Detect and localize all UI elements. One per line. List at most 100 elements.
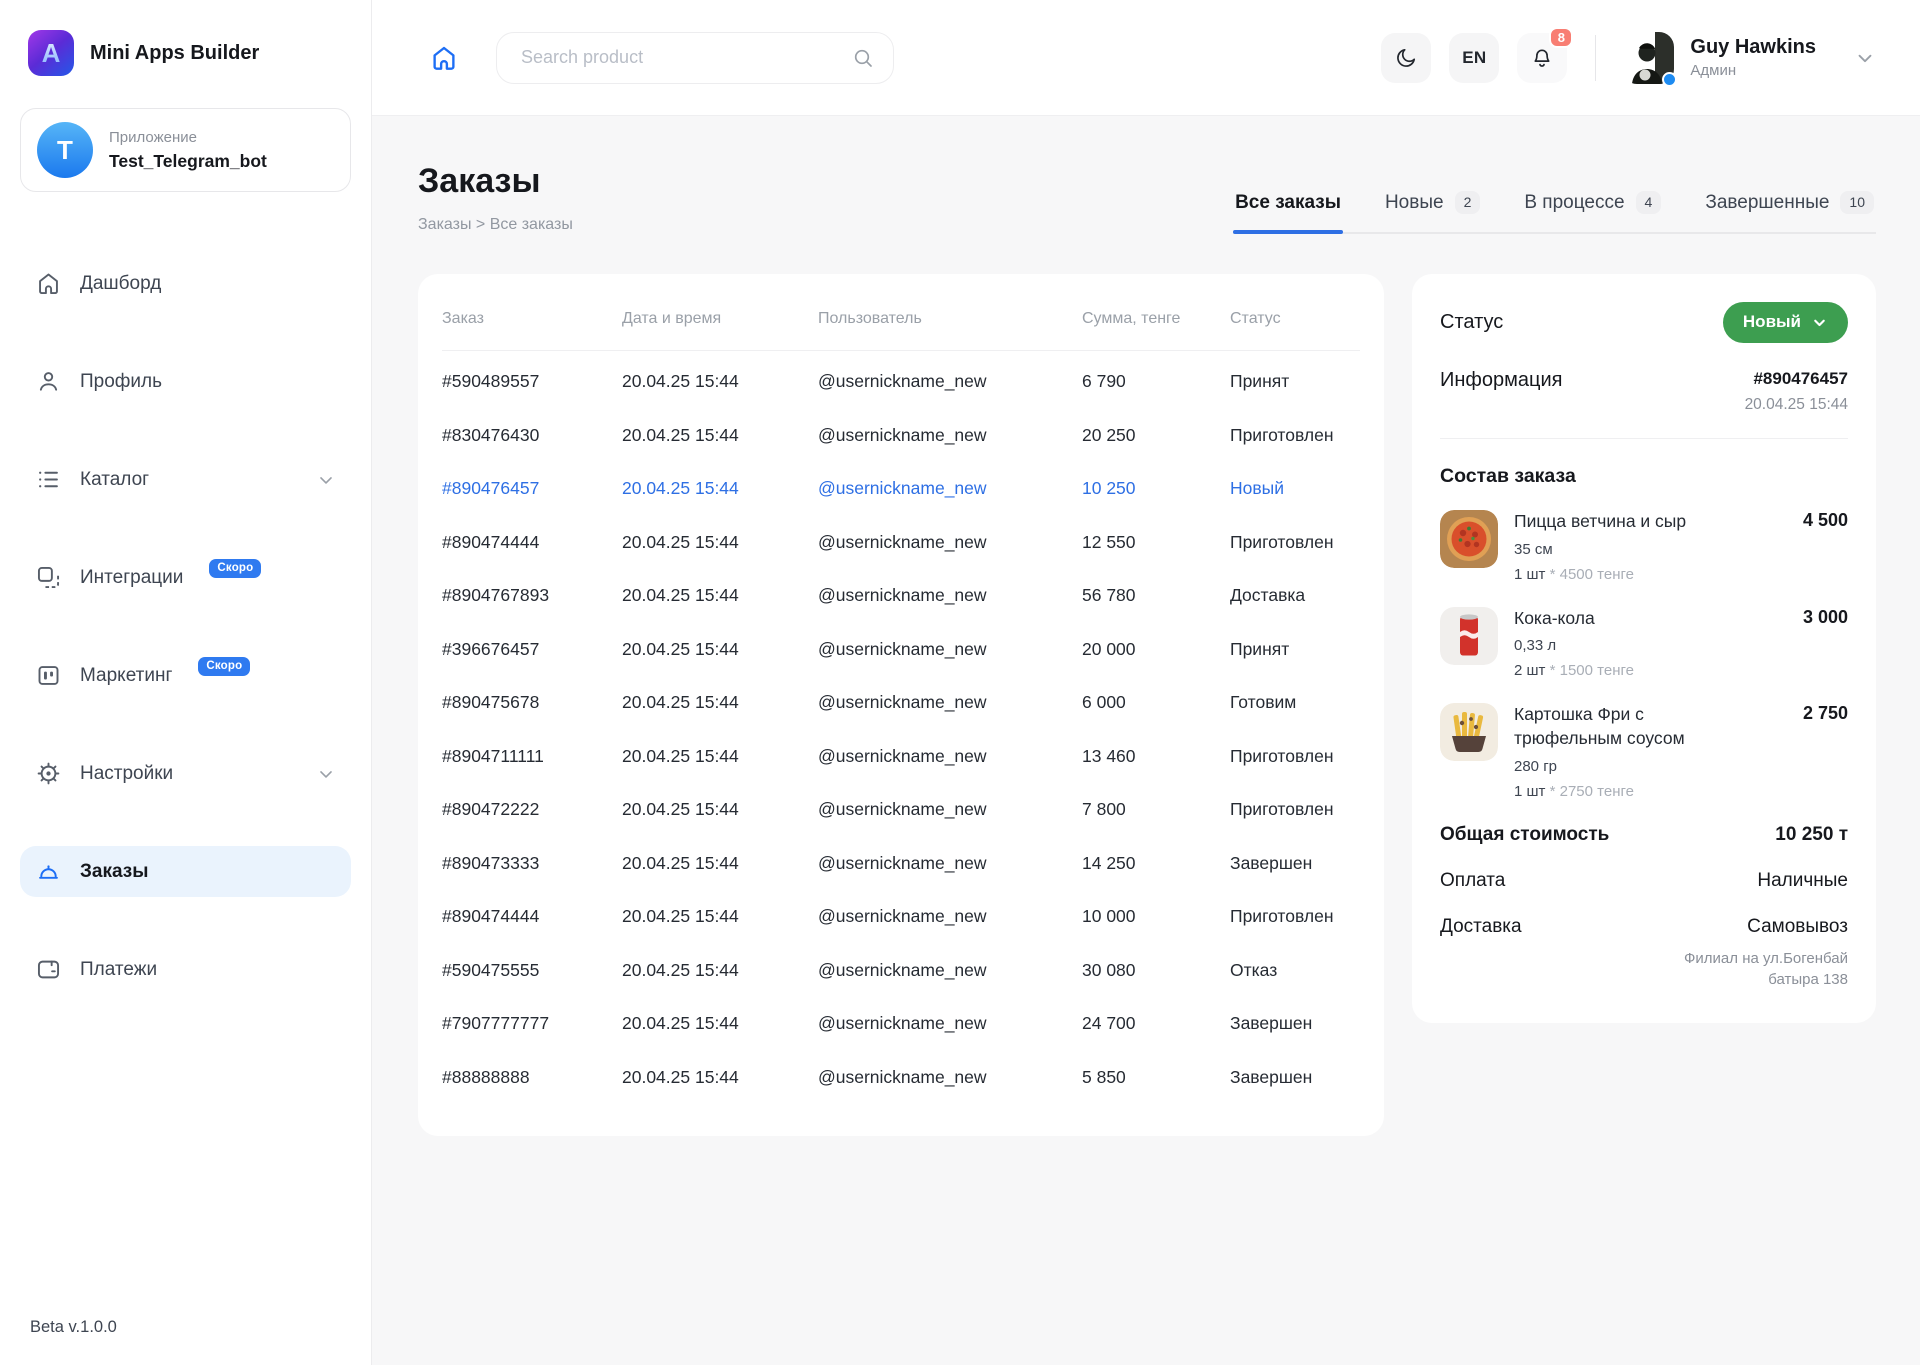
- table-row[interactable]: #8904711111 20.04.25 15:44 @usernickname…: [442, 730, 1360, 784]
- notifications-button[interactable]: 8: [1517, 33, 1567, 83]
- soon-badge: Скоро: [209, 559, 261, 578]
- user-menu[interactable]: Guy Hawkins Админ: [1622, 32, 1876, 84]
- order-tabs: Все заказы Новые 2 В процессе 4: [1233, 191, 1876, 234]
- delivery-value: Самовывоз: [1648, 916, 1848, 938]
- sidebar-item[interactable]: Настройки: [20, 748, 351, 799]
- order-user-cell: @usernickname_new: [818, 730, 1082, 784]
- app-title: Mini Apps Builder: [90, 42, 259, 65]
- chevron-down-icon[interactable]: [316, 764, 336, 784]
- product-unit-price: 4500 тенге: [1560, 566, 1634, 583]
- table-row[interactable]: #890473333 20.04.25 15:44 @usernickname_…: [442, 837, 1360, 891]
- order-datetime-cell: 20.04.25 15:44: [622, 355, 818, 409]
- application-label: Приложение: [109, 129, 267, 146]
- table-row[interactable]: #830476430 20.04.25 15:44 @usernickname_…: [442, 409, 1360, 463]
- chevron-down-icon[interactable]: [316, 470, 336, 490]
- order-datetime-cell: 20.04.25 15:44: [622, 1051, 818, 1105]
- order-user-cell: @usernickname_new: [818, 944, 1082, 998]
- application-selector-card[interactable]: T Приложение Test_Telegram_bot: [20, 108, 351, 192]
- app-logo-icon: A: [28, 30, 74, 76]
- order-id-cell[interactable]: #396676457: [442, 623, 622, 677]
- tab[interactable]: Новые 2: [1383, 191, 1482, 232]
- home-button[interactable]: [424, 38, 464, 78]
- order-user-cell: @usernickname_new: [818, 462, 1082, 516]
- order-id-cell[interactable]: #890476457: [442, 462, 622, 516]
- order-amount-cell: 14 250: [1082, 837, 1230, 891]
- order-id-cell[interactable]: #890474444: [442, 890, 622, 944]
- sidebar-item-label: Настройки: [80, 763, 173, 785]
- tab-label: Все заказы: [1235, 192, 1341, 214]
- table-row[interactable]: #890472222 20.04.25 15:44 @usernickname_…: [442, 783, 1360, 837]
- order-user-cell: @usernickname_new: [818, 569, 1082, 623]
- sidebar-item[interactable]: Интеграции Скоро: [20, 552, 351, 603]
- status-dropdown[interactable]: Новый: [1723, 302, 1848, 343]
- table-row[interactable]: #88888888 20.04.25 15:44 @usernickname_n…: [442, 1051, 1360, 1105]
- order-amount-cell: 6 000: [1082, 676, 1230, 730]
- tab[interactable]: Все заказы: [1233, 191, 1343, 232]
- order-user-cell: @usernickname_new: [818, 837, 1082, 891]
- order-user-cell: @usernickname_new: [818, 355, 1082, 409]
- search-input[interactable]: [521, 47, 851, 68]
- order-id-cell[interactable]: #890473333: [442, 837, 622, 891]
- tab[interactable]: В процессе 4: [1522, 191, 1663, 232]
- order-id-cell[interactable]: #890475678: [442, 676, 622, 730]
- order-id-cell[interactable]: #88888888: [442, 1051, 622, 1105]
- sidebar: A Mini Apps Builder T Приложение Test_Te…: [0, 0, 372, 1365]
- main-content: Заказы Заказы > Все заказы Все заказы Но…: [372, 116, 1920, 1365]
- tab-count-badge: 2: [1455, 191, 1481, 214]
- order-id-cell[interactable]: #590489557: [442, 355, 622, 409]
- order-id-cell[interactable]: #8904767893: [442, 569, 622, 623]
- status-label: Статус: [1440, 311, 1503, 334]
- delivery-label: Доставка: [1440, 916, 1522, 938]
- order-amount-cell: 13 460: [1082, 730, 1230, 784]
- bell-icon: [1530, 46, 1554, 70]
- search-icon[interactable]: [851, 46, 875, 70]
- order-datetime-cell: 20.04.25 15:44: [622, 944, 818, 998]
- product-total-price: 4 500: [1803, 510, 1848, 534]
- order-id-cell[interactable]: #590475555: [442, 944, 622, 998]
- product-qty-line: 1 шт * 2750 тенге: [1514, 783, 1848, 800]
- sidebar-item[interactable]: Профиль: [20, 356, 351, 407]
- product-image: [1440, 607, 1498, 665]
- tab-label: В процессе: [1524, 192, 1624, 214]
- avatar: [1622, 32, 1674, 84]
- table-row[interactable]: #590489557 20.04.25 15:44 @usernickname_…: [442, 355, 1360, 409]
- table-row[interactable]: #396676457 20.04.25 15:44 @usernickname_…: [442, 623, 1360, 677]
- order-status-cell: Приготовлен: [1230, 516, 1360, 570]
- order-id-cell[interactable]: #830476430: [442, 409, 622, 463]
- table-row[interactable]: #890474444 20.04.25 15:44 @usernickname_…: [442, 890, 1360, 944]
- sidebar-item[interactable]: Дашборд: [20, 258, 351, 309]
- table-row[interactable]: #8904767893 20.04.25 15:44 @usernickname…: [442, 569, 1360, 623]
- sidebar-item[interactable]: Маркетинг Скоро: [20, 650, 351, 701]
- search-bar: [496, 32, 894, 84]
- user-name: Guy Hawkins: [1690, 36, 1816, 59]
- chevron-down-icon[interactable]: [1854, 47, 1876, 69]
- sidebar-item-icon: [35, 270, 62, 297]
- order-status-cell: Приготовлен: [1230, 783, 1360, 837]
- online-status-dot: [1662, 72, 1677, 87]
- bot-avatar: T: [37, 122, 93, 178]
- sidebar-item[interactable]: Заказы: [20, 846, 351, 897]
- language-button[interactable]: EN: [1449, 33, 1499, 83]
- table-row[interactable]: #890475678 20.04.25 15:44 @usernickname_…: [442, 676, 1360, 730]
- order-id-cell[interactable]: #890474444: [442, 516, 622, 570]
- tab-label: Завершенные: [1705, 192, 1829, 214]
- order-id-cell[interactable]: #8904711111: [442, 730, 622, 784]
- dark-mode-toggle[interactable]: [1381, 33, 1431, 83]
- sidebar-item-label: Интеграции: [80, 567, 183, 589]
- order-datetime-cell: 20.04.25 15:44: [622, 783, 818, 837]
- order-id-cell[interactable]: #890472222: [442, 783, 622, 837]
- sidebar-item-label: Маркетинг: [80, 665, 172, 687]
- chevron-down-icon: [1811, 314, 1828, 331]
- order-status-cell: Приготовлен: [1230, 409, 1360, 463]
- tab[interactable]: Завершенные 10: [1703, 191, 1876, 232]
- order-amount-cell: 10 250: [1082, 462, 1230, 516]
- order-item: Кока-кола 3 000 0,33 л 2 шт * 1500 тенге: [1440, 607, 1848, 680]
- sidebar-item[interactable]: Платежи: [20, 944, 351, 995]
- order-id-cell[interactable]: #7907777777: [442, 997, 622, 1051]
- table-row[interactable]: #590475555 20.04.25 15:44 @usernickname_…: [442, 944, 1360, 998]
- table-row[interactable]: #890476457 20.04.25 15:44 @usernickname_…: [442, 462, 1360, 516]
- table-row[interactable]: #890474444 20.04.25 15:44 @usernickname_…: [442, 516, 1360, 570]
- detail-order-datetime: 20.04.25 15:44: [1745, 396, 1848, 414]
- table-row[interactable]: #7907777777 20.04.25 15:44 @usernickname…: [442, 997, 1360, 1051]
- sidebar-item[interactable]: Каталог: [20, 454, 351, 505]
